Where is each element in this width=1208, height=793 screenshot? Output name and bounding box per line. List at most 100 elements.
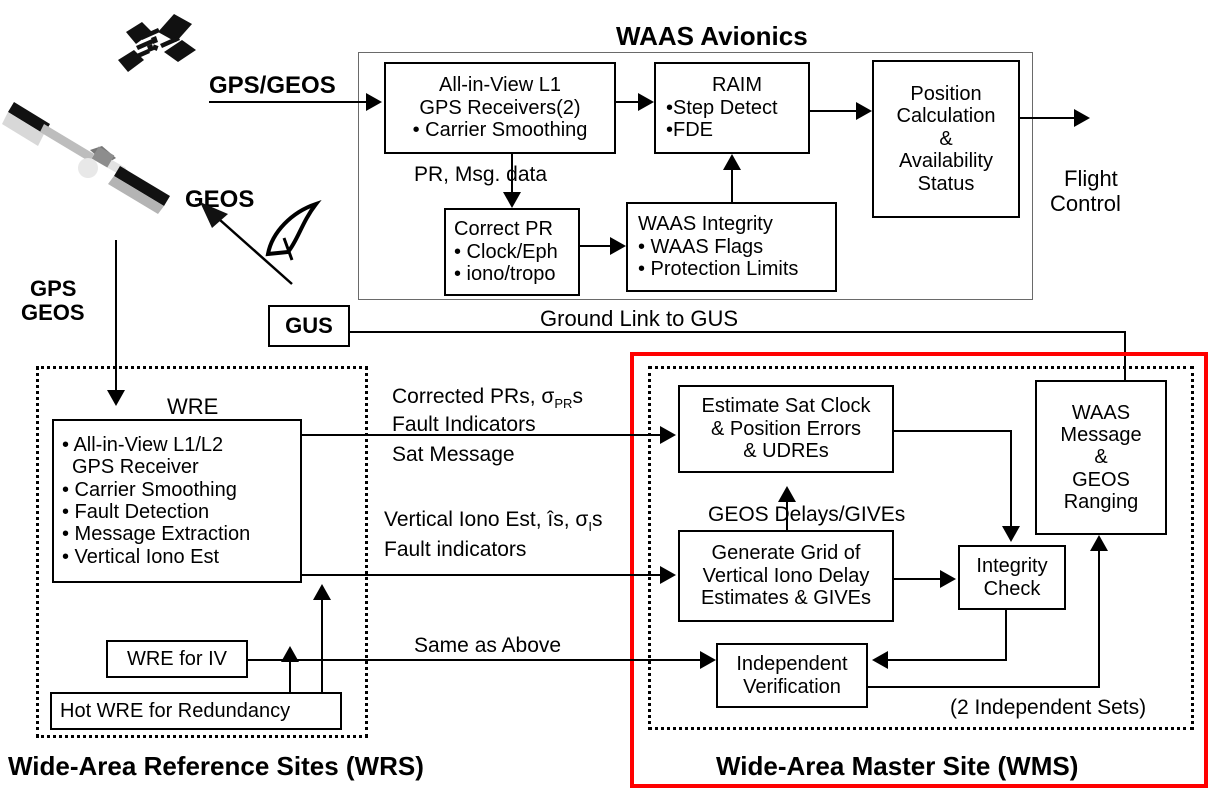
arrow-raim-to-position: [856, 102, 872, 120]
arrow-generategrid-to-integritycheck: [940, 570, 956, 588]
vertical-iono-label: Vertical Iono Est, îs, σIs: [384, 508, 603, 535]
arrow-integritycheck-to-independent: [872, 651, 888, 669]
gus-label: GUS: [285, 312, 333, 338]
wre-item-5: • Vertical Iono Est: [62, 545, 220, 568]
arrow-estimate-to-integritycheck: [1002, 526, 1020, 542]
connector-independent-right: [868, 686, 1100, 688]
wre-item-1: GPS Receiver: [72, 456, 199, 479]
vertical-iono-sigma: σ: [575, 508, 589, 531]
hot-wre-box: Hot WRE for Redundancy: [50, 692, 342, 730]
wre-item-2: • Carrier Smoothing: [62, 478, 237, 501]
arrow-generategrid-to-estimate: [778, 486, 796, 502]
arrow-wre-to-estimate: [660, 426, 676, 444]
gps-downlink-label-line1: GPS: [30, 276, 77, 301]
integrity-check-line-1: Integrity: [976, 555, 1048, 578]
connector-receivers-to-raim: [616, 101, 638, 103]
position-line-2: Calculation: [896, 105, 996, 128]
connector-generategrid-to-estimate: [786, 502, 788, 532]
connector-hotwre-to-wre: [321, 600, 323, 692]
integrity-check-box: Integrity Check: [958, 545, 1066, 610]
corrected-prs-text: Corrected PRs,: [392, 385, 542, 408]
corrected-prs-suffix: s: [572, 385, 583, 408]
arrow-independent-to-waasmessage: [1090, 535, 1108, 551]
connector-gus-to-geos: [196, 196, 306, 292]
independent-verification-line-2: Verification: [743, 675, 841, 698]
wre-title: WRE: [167, 394, 219, 419]
generate-grid-line-1: Generate Grid of: [711, 542, 861, 565]
connector-raim-to-position: [810, 110, 856, 112]
correct-pr-line-2: • Clock/Eph: [454, 240, 558, 263]
avionics-title: WAAS Avionics: [616, 21, 808, 51]
flight-control-label-1: Flight: [1064, 166, 1118, 191]
connector-hotwre-to-wreiv: [289, 660, 291, 692]
raim-line-3: •FDE: [666, 119, 714, 142]
corrected-prs-sigma: σ: [541, 385, 555, 408]
arrow-receivers-to-raim: [638, 93, 654, 111]
correct-pr-line-1: Correct PR: [454, 218, 553, 241]
corrected-prs-label: Corrected PRs, σPRs: [392, 385, 583, 412]
gus-box: GUS: [268, 305, 350, 347]
waas-message-line-4: GEOS: [1072, 468, 1130, 491]
gps-geos-uplink-label: GPS/GEOS: [209, 72, 336, 99]
same-as-above-label: Same as Above: [414, 634, 562, 657]
arrow-integrity-to-raim: [723, 154, 741, 170]
connector-groundlink-horizontal: [350, 331, 1125, 333]
connector-estimate-right: [894, 430, 1012, 432]
position-line-3: &: [939, 127, 953, 150]
vertical-iono-text: Vertical Iono Est, îs,: [384, 508, 576, 531]
arrow-gpsgeos-to-receivers: [366, 93, 382, 111]
connector-position-to-flightcontrol: [1020, 117, 1074, 119]
connector-independent-up: [1098, 551, 1100, 687]
geos-satellite-icon: [2, 88, 202, 214]
wrs-title: Wide-Area Reference Sites (WRS): [8, 751, 424, 781]
raim-line-1: RAIM: [712, 74, 762, 97]
independent-verification-line-1: Independent: [736, 653, 848, 676]
arrow-wreiv-to-independent: [700, 651, 716, 669]
connector-correctpr-to-integrity: [580, 245, 610, 247]
connector-wreiv-to-independent: [248, 659, 700, 661]
wre-item-0: • All-in-View L1/L2: [62, 433, 224, 456]
wre-for-iv-box: WRE for IV: [106, 640, 248, 678]
position-calculation-box: Position Calculation & Availability Stat…: [872, 60, 1020, 218]
connector-wre-to-generategrid: [302, 574, 660, 576]
connector-integrity-to-raim: [731, 170, 733, 204]
wre-item-4: • Message Extraction: [62, 523, 251, 546]
fault-indicators-lower-label: Fault indicators: [384, 538, 527, 561]
receivers-line-3: • Carrier Smoothing: [412, 119, 588, 142]
avionics-receivers-box: All-in-View L1 GPS Receivers(2) • Carrie…: [384, 62, 616, 154]
estimate-sat-clock-box: Estimate Sat Clock & Position Errors & U…: [678, 385, 894, 473]
estimate-sat-line-1: Estimate Sat Clock: [701, 395, 871, 418]
connector-receivers-to-correctpr: [511, 154, 513, 196]
integrity-check-line-2: Check: [983, 577, 1041, 600]
integrity-line-3: • Protection Limits: [638, 258, 799, 281]
wms-title: Wide-Area Master Site (WMS): [716, 751, 1079, 781]
independent-sets-note: (2 Independent Sets): [950, 696, 1147, 719]
raim-line-2: •Step Detect: [666, 96, 778, 119]
correct-pr-box: Correct PR • Clock/Eph • iono/tropo: [444, 208, 580, 296]
arrow-hotwre-to-wre: [313, 584, 331, 600]
raim-box: RAIM •Step Detect •FDE: [654, 62, 810, 154]
position-line-4: Availability: [898, 150, 994, 173]
arrow-wre-to-generategrid: [660, 566, 676, 584]
geos-downlink-label-line2: GEOS: [21, 300, 85, 325]
arrow-correctpr-to-integrity: [610, 237, 626, 255]
connector-generategrid-to-integritycheck: [894, 578, 940, 580]
arrow-receivers-to-correctpr: [503, 192, 521, 208]
estimate-sat-line-2: & Position Errors: [710, 417, 862, 440]
connector-estimate-down: [1010, 430, 1012, 526]
generate-grid-line-3: Estimates & GIVEs: [700, 587, 872, 610]
connector-integritycheck-to-independent: [888, 659, 1007, 661]
connector-gpsgeos-to-receivers: [209, 101, 366, 103]
arrow-position-to-flightcontrol: [1074, 109, 1090, 127]
flight-control-label-2: Control: [1050, 191, 1121, 216]
waas-message-line-2: Message: [1060, 423, 1142, 446]
estimate-sat-line-3: & UDREs: [743, 440, 829, 463]
waas-message-line-3: &: [1094, 446, 1108, 469]
independent-verification-box: Independent Verification: [716, 643, 868, 708]
sat-message-label: Sat Message: [392, 443, 515, 466]
vertical-iono-suffix: s: [592, 508, 603, 531]
hot-wre-label: Hot WRE for Redundancy: [60, 699, 291, 722]
pr-msg-data-label: PR, Msg. data: [414, 163, 548, 186]
connector-wre-to-estimate: [302, 434, 660, 436]
receivers-line-2: GPS Receivers(2): [419, 96, 581, 119]
